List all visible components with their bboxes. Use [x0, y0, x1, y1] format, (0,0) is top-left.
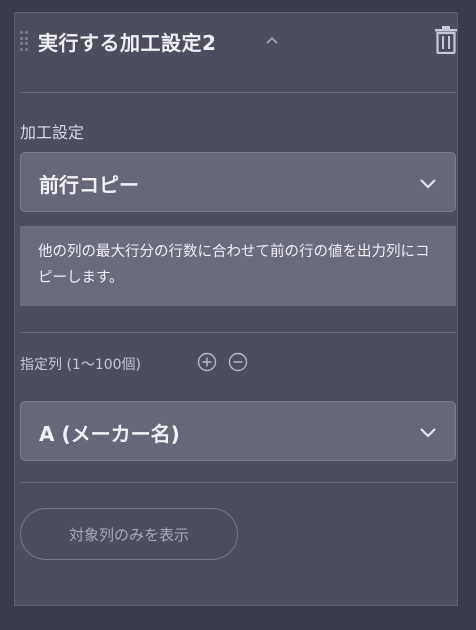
section-divider	[20, 332, 456, 333]
processing-description: 他の列の最大行分の行数に合わせて前の行の値を出力列にコピーします。	[20, 226, 456, 306]
show-target-columns-button[interactable]: 対象列のみを表示	[20, 508, 238, 560]
processing-select[interactable]: 前行コピー	[20, 152, 456, 212]
trash-icon[interactable]	[434, 26, 458, 54]
chevron-down-icon	[420, 179, 436, 189]
remove-column-icon[interactable]	[228, 352, 248, 372]
processing-select-value: 前行コピー	[39, 173, 139, 197]
drag-handle-icon[interactable]	[20, 31, 28, 51]
column-select[interactable]: A (メーカー名)	[20, 401, 456, 461]
header-divider	[20, 92, 456, 93]
processing-label: 加工設定	[20, 123, 85, 142]
card-title: 実行する加工設定2	[38, 31, 217, 55]
footer-divider	[20, 482, 456, 483]
chevron-down-icon	[420, 428, 436, 438]
add-column-icon[interactable]	[197, 352, 217, 372]
column-select-value: A (メーカー名)	[39, 422, 180, 446]
card-header: 実行する加工設定2	[20, 26, 460, 62]
columns-label: 指定列 (1〜100個)	[20, 357, 142, 373]
chevron-up-icon[interactable]	[264, 32, 280, 48]
